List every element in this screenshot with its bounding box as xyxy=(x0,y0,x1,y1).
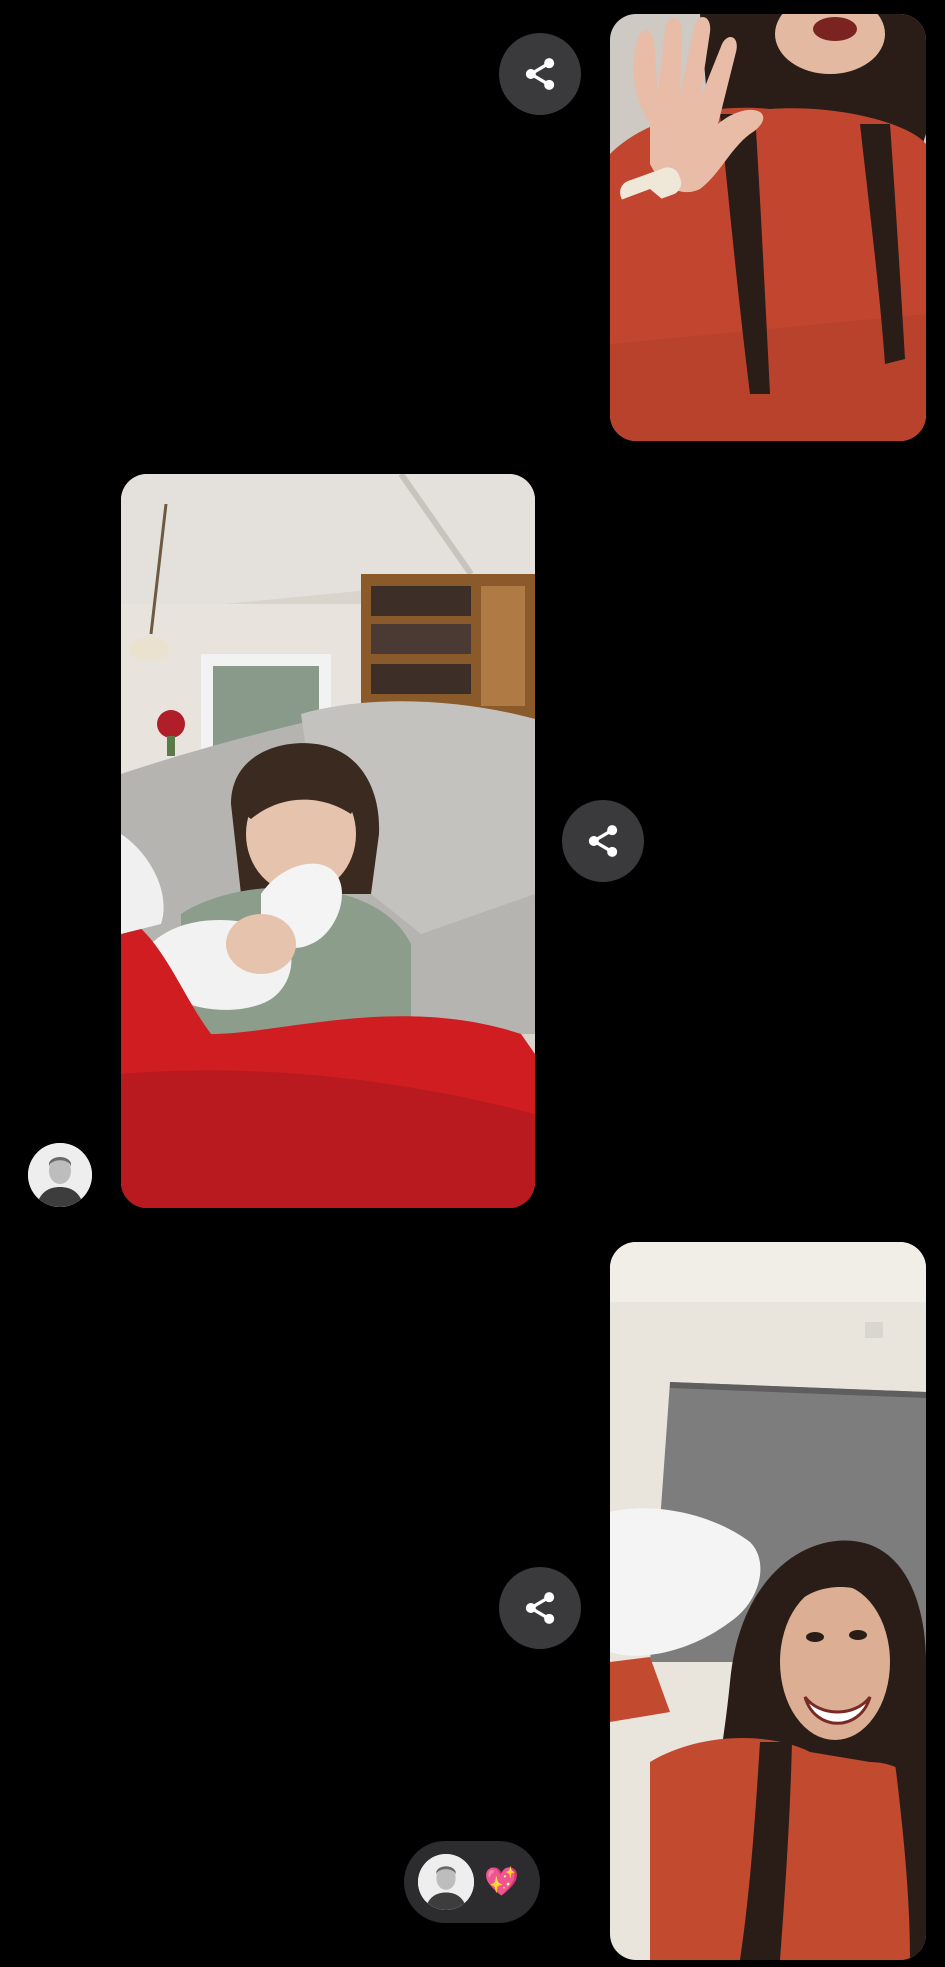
share-icon xyxy=(588,825,618,857)
reaction-pill[interactable]: 💖 xyxy=(404,1841,540,1923)
share-icon xyxy=(525,58,555,90)
photo-woman-waving xyxy=(610,14,926,441)
sender-avatar[interactable] xyxy=(28,1143,92,1207)
photo-child-on-couch xyxy=(121,474,535,1208)
sparkling-heart-icon: 💖 xyxy=(484,1865,519,1898)
share-button[interactable] xyxy=(499,33,581,115)
reactor-avatar xyxy=(418,1854,474,1910)
share-button[interactable] xyxy=(562,800,644,882)
avatar-image xyxy=(28,1143,92,1207)
message-photo[interactable] xyxy=(610,14,926,441)
share-icon xyxy=(525,1592,555,1624)
photo-woman-grimacing xyxy=(610,1242,926,1960)
message-photo[interactable] xyxy=(121,474,535,1208)
avatar-image xyxy=(418,1854,474,1910)
share-button[interactable] xyxy=(499,1567,581,1649)
message-photo[interactable] xyxy=(610,1242,926,1960)
